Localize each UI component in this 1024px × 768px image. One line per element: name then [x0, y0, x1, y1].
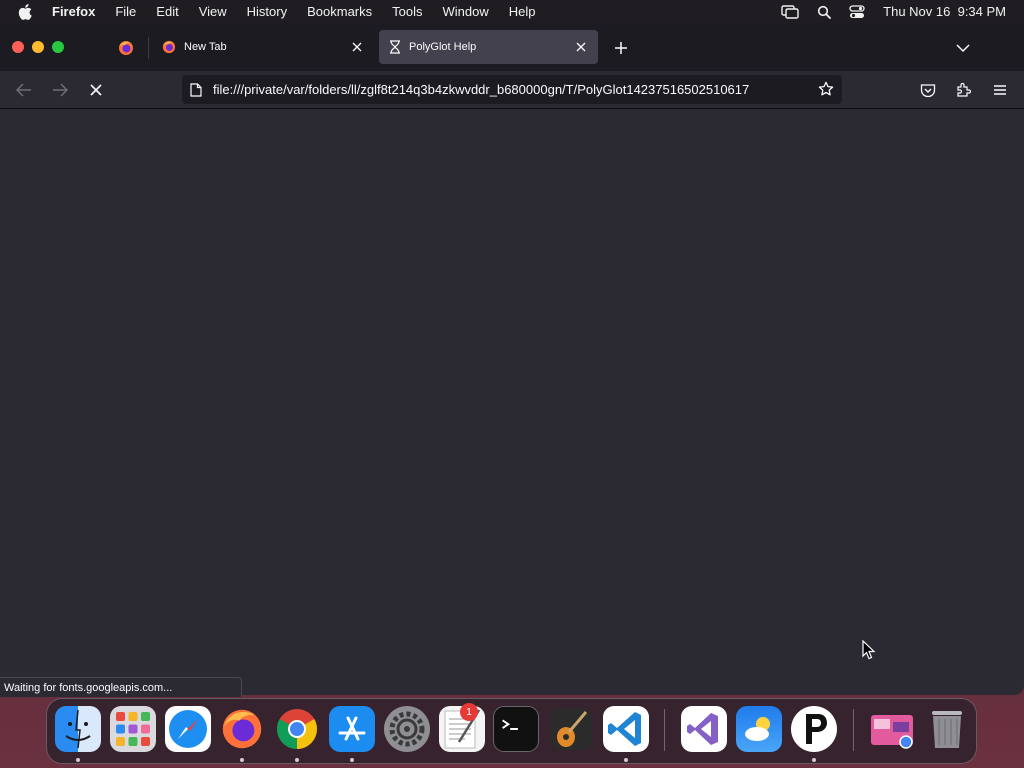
dock-trash[interactable] [924, 706, 970, 752]
notification-badge: 1 [460, 703, 478, 721]
tab-title: PolyGlot Help [409, 41, 477, 53]
dock-finder[interactable] [55, 706, 101, 752]
vscode-icon [608, 712, 641, 746]
safari-icon [169, 710, 207, 748]
visual-studio-icon [687, 713, 718, 745]
tab-separator [148, 37, 149, 59]
dock-app-store[interactable] [329, 706, 375, 752]
dock-vscode[interactable] [603, 706, 649, 752]
dock-downloads-stack[interactable] [869, 706, 915, 752]
terminal-icon [502, 719, 518, 730]
dock: 1 [46, 698, 977, 764]
extensions-button[interactable] [954, 80, 974, 100]
close-tab-icon[interactable] [574, 40, 588, 54]
running-indicator [624, 758, 628, 762]
puzzle-icon [957, 82, 972, 97]
window-controls [12, 41, 64, 53]
chrome-icon [277, 709, 317, 749]
arrow-left-icon [16, 83, 31, 97]
menu-view[interactable]: View [199, 4, 227, 19]
dock-garageband[interactable] [548, 706, 594, 752]
back-button[interactable] [14, 80, 34, 100]
tab-title: New Tab [184, 41, 227, 53]
forward-button[interactable] [50, 80, 70, 100]
menu-tools[interactable]: Tools [392, 4, 422, 19]
app-menu-button[interactable] [990, 80, 1010, 100]
menu-window[interactable]: Window [443, 4, 489, 19]
spotlight-search-icon[interactable] [817, 5, 832, 19]
pocket-icon [920, 83, 936, 97]
menu-bar: Firefox File Edit View History Bookmarks… [0, 0, 1024, 23]
running-indicator [76, 758, 80, 762]
pocket-button[interactable] [918, 80, 938, 100]
tab-polyglot-help[interactable]: PolyGlot Help [379, 30, 598, 64]
menu-app-firefox[interactable]: Firefox [52, 4, 95, 19]
close-window-button[interactable] [12, 41, 24, 53]
tab-new-tab[interactable]: New Tab [152, 30, 374, 64]
control-center-icon[interactable] [849, 4, 865, 19]
running-indicator [812, 758, 816, 762]
status-panel: Waiting for fonts.googleapis.com... [0, 677, 242, 697]
trash-icon [932, 711, 962, 748]
finder-icon [65, 709, 91, 749]
list-all-tabs-button[interactable] [954, 39, 972, 57]
screen-mirroring-icon[interactable] [781, 4, 799, 19]
dock-firefox[interactable] [219, 706, 265, 752]
arrow-right-icon [53, 83, 68, 97]
address-bar[interactable]: file:///private/var/folders/ll/zglf8t214… [182, 75, 842, 104]
firefox-icon [222, 709, 262, 749]
close-icon [90, 84, 102, 96]
page-content[interactable] [0, 110, 1024, 695]
bookmark-star-icon[interactable] [818, 81, 834, 97]
menu-file[interactable]: File [115, 4, 136, 19]
dock-polyglot[interactable] [791, 706, 837, 752]
running-indicator [350, 758, 354, 762]
chevron-down-icon [956, 44, 970, 53]
menu-bookmarks[interactable]: Bookmarks [307, 4, 372, 19]
running-indicator [295, 758, 299, 762]
apple-menu-icon[interactable] [18, 3, 36, 20]
menu-clock[interactable]: Thu Nov 16 9:34 PM [883, 4, 1006, 19]
tab-strip: New Tab PolyGlot Help [0, 23, 1024, 71]
plus-icon [615, 42, 627, 54]
dock-chrome[interactable] [274, 706, 320, 752]
launchpad-icon [116, 712, 150, 746]
menu-help[interactable]: Help [509, 4, 536, 19]
url-text[interactable]: file:///private/var/folders/ll/zglf8t214… [213, 82, 807, 97]
mouse-cursor-icon [862, 639, 876, 665]
minimize-window-button[interactable] [32, 41, 44, 53]
page-icon[interactable] [190, 82, 202, 97]
dock-system-settings[interactable] [384, 706, 430, 752]
weather-icon [745, 717, 770, 741]
running-indicator [240, 758, 244, 762]
folder-stack-icon [871, 715, 913, 749]
navigation-toolbar: file:///private/var/folders/ll/zglf8t214… [0, 71, 1024, 109]
hamburger-menu-icon [994, 85, 1006, 95]
close-tab-icon[interactable] [350, 40, 364, 54]
app-store-icon [338, 716, 366, 741]
dock-separator [853, 709, 854, 751]
hourglass-icon [389, 40, 401, 54]
pinned-firefox-tab[interactable] [112, 37, 140, 59]
menu-history[interactable]: History [247, 4, 287, 19]
dock-launchpad[interactable] [110, 706, 156, 752]
gear-icon [389, 711, 425, 747]
menu-edit[interactable]: Edit [156, 4, 178, 19]
dock-separator [664, 709, 665, 751]
new-tab-button[interactable] [612, 39, 630, 57]
zoom-window-button[interactable] [52, 41, 64, 53]
status-text: Waiting for fonts.googleapis.com... [4, 681, 173, 694]
guitar-icon [550, 708, 592, 750]
dock-visual-studio[interactable] [681, 706, 727, 752]
dock-weather[interactable] [736, 706, 782, 752]
stop-loading-button[interactable] [86, 80, 106, 100]
dock-safari[interactable] [165, 706, 211, 752]
dock-terminal[interactable] [493, 706, 539, 752]
polyglot-icon [806, 714, 827, 744]
firefox-icon [119, 41, 133, 55]
firefox-window: New Tab PolyGlot Help file:///private/va… [0, 23, 1024, 695]
firefox-icon [162, 40, 176, 54]
